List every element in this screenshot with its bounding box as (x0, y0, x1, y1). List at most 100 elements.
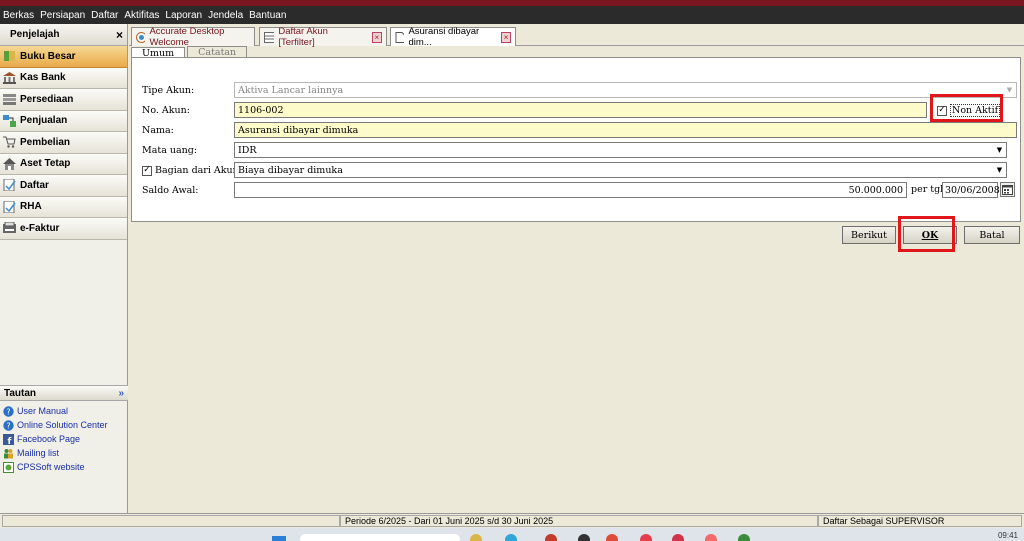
status-user: Daftar Sebagai SUPERVISOR (818, 515, 1022, 527)
sidebar-item-rha[interactable]: RHA (0, 196, 127, 218)
tab-label: Asuransi dibayar dim... (408, 26, 480, 48)
sidebar-item-aset-tetap[interactable]: Aset Tetap (0, 153, 127, 175)
status-bar: Periode 6/2025 - Dari 01 Juni 2025 s/d 3… (0, 513, 1024, 528)
app-icon[interactable] (606, 534, 618, 541)
bagian-dari-akun-checkbox[interactable]: ✓ (142, 165, 152, 176)
mata-uang-select[interactable]: IDR ▼ (234, 142, 1007, 158)
non-aktif-checkbox[interactable]: ✓ Non Aktif (937, 103, 1001, 118)
mata-uang-label: Mata uang: (142, 145, 198, 156)
no-akun-label: No. Akun: (142, 105, 190, 116)
document-icon (395, 31, 405, 43)
facebook-icon: f (3, 433, 14, 445)
menu-bantuan[interactable]: Bantuan (249, 10, 286, 21)
saldo-awal-input[interactable]: 50.000.000 (234, 182, 907, 198)
menu-laporan[interactable]: Laporan (165, 10, 202, 21)
link-user-manual[interactable]: ? User Manual (3, 404, 127, 418)
link-label: User Manual (17, 406, 69, 416)
link-label: Facebook Page (17, 434, 81, 444)
nama-label: Nama: (142, 125, 174, 136)
menu-daftar[interactable]: Daftar (91, 10, 118, 21)
sidebar-item-pembelian[interactable]: Pembelian (0, 132, 127, 154)
link-label: CPSSoft website (17, 462, 85, 472)
sidebar-item-persediaan[interactable]: Persediaan (0, 89, 127, 111)
tipe-akun-select: Aktiva Lancar lainnya ▼ (234, 82, 1017, 98)
tab-daftar-akun[interactable]: Daftar Akun [Terfilter] × (259, 26, 387, 48)
sidebar-item-daftar[interactable]: Daftar (0, 175, 127, 197)
app-icon[interactable] (672, 534, 684, 541)
taskbar-clock: 09:41 (997, 531, 1018, 540)
row-nama: Nama: (142, 122, 237, 139)
document-tabs-bar: Accurate Desktop Welcome Daftar Akun [Te… (129, 24, 1024, 48)
cart-icon (3, 136, 16, 148)
sidebar-item-label: RHA (20, 201, 42, 213)
sidebar-item-kas-bank[interactable]: Kas Bank (0, 67, 127, 89)
status-periode-text: Periode 6/2025 - Dari 01 Juni 2025 s/d 3… (345, 516, 554, 526)
links-panel-title: Tautan (4, 387, 37, 399)
status-segment-empty (2, 515, 340, 527)
taskbar-search-input[interactable] (300, 534, 460, 541)
nama-value: Asuransi dibayar dimuka (238, 124, 359, 136)
svg-text:?: ? (6, 407, 10, 416)
people-icon (3, 448, 14, 459)
cancel-button[interactable]: Batal (964, 226, 1020, 244)
link-online-solution-center[interactable]: ? Online Solution Center (3, 418, 127, 432)
dropdown-arrow-icon[interactable]: ▼ (993, 163, 1006, 177)
close-icon[interactable]: × (501, 31, 511, 43)
row-mata-uang: Mata uang: (142, 142, 237, 159)
bagian-value: Biaya dibayar dimuka (238, 164, 343, 176)
link-mailing-list[interactable]: Mailing list (3, 446, 127, 460)
sidebar-item-label: Buku Besar (20, 50, 76, 62)
nama-input[interactable]: Asuransi dibayar dimuka (234, 122, 1017, 138)
sales-icon (3, 114, 16, 127)
status-user-text: Daftar Sebagai SUPERVISOR (823, 516, 945, 526)
folder-icon[interactable] (470, 534, 482, 541)
link-facebook-page[interactable]: f Facebook Page (3, 432, 127, 446)
sidebar-item-buku-besar[interactable]: Buku Besar (0, 46, 127, 68)
menu-jendela[interactable]: Jendela (208, 10, 243, 21)
links-panel-header[interactable]: Tautan » (0, 385, 128, 401)
collapse-chevron-icon[interactable]: » (118, 388, 124, 399)
menu-aktifitas[interactable]: Aktifitas (124, 10, 159, 21)
start-icon[interactable] (272, 536, 286, 541)
bank-icon (3, 71, 16, 84)
browser-icon[interactable] (505, 534, 517, 541)
app-icon[interactable] (578, 534, 590, 541)
close-icon[interactable]: × (116, 28, 123, 42)
house-icon (3, 157, 16, 170)
link-label: Mailing list (17, 448, 60, 458)
bagian-dari-akun-select[interactable]: Biaya dibayar dimuka ▼ (234, 162, 1007, 178)
menu-persiapan[interactable]: Persiapan (40, 10, 85, 21)
next-button[interactable]: Berikut (842, 226, 896, 244)
per-tgl-label: per tgl (911, 184, 944, 195)
tipe-akun-label: Tipe Akun: (142, 85, 195, 96)
svg-text:?: ? (6, 421, 10, 430)
no-akun-input[interactable]: 1106-002 (234, 102, 927, 118)
close-icon[interactable]: × (371, 31, 382, 43)
per-tgl-input[interactable]: 30/06/2008 (942, 182, 1000, 198)
link-cpssoft-website[interactable]: CPSSoft website (3, 460, 127, 474)
per-tgl-value: 30/06/2008 (945, 184, 1000, 196)
ok-button[interactable]: OK (903, 226, 957, 244)
dropdown-arrow-icon[interactable]: ▼ (993, 143, 1006, 157)
app-icon[interactable] (640, 534, 652, 541)
sidebar-item-e-faktur[interactable]: e-Faktur (0, 218, 127, 240)
menu-berkas[interactable]: Berkas (3, 10, 34, 21)
app-icon[interactable] (545, 534, 557, 541)
inventory-icon (3, 93, 16, 106)
help-icon: ? (3, 419, 14, 431)
sidebar-item-label: Penjualan (20, 115, 68, 127)
tab-asuransi-dibayar[interactable]: Asuransi dibayar dim... × (390, 26, 516, 48)
status-periode: Periode 6/2025 - Dari 01 Juni 2025 s/d 3… (340, 515, 818, 527)
links-list: ? User Manual ? Online Solution Center f… (3, 404, 127, 474)
tab-accurate-desktop-welcome[interactable]: Accurate Desktop Welcome (131, 26, 255, 48)
sidebar-title: Penjelajah (10, 29, 60, 40)
app-icon[interactable] (738, 534, 750, 541)
list-icon (3, 179, 16, 192)
calendar-icon[interactable] (1000, 182, 1015, 197)
invoice-icon (3, 222, 16, 234)
app-icon[interactable] (705, 534, 717, 541)
checkbox-checked-icon[interactable]: ✓ (937, 105, 947, 116)
sidebar-item-penjualan[interactable]: Penjualan (0, 110, 127, 132)
table-icon (264, 31, 275, 43)
row-no-akun: No. Akun: (142, 102, 237, 119)
